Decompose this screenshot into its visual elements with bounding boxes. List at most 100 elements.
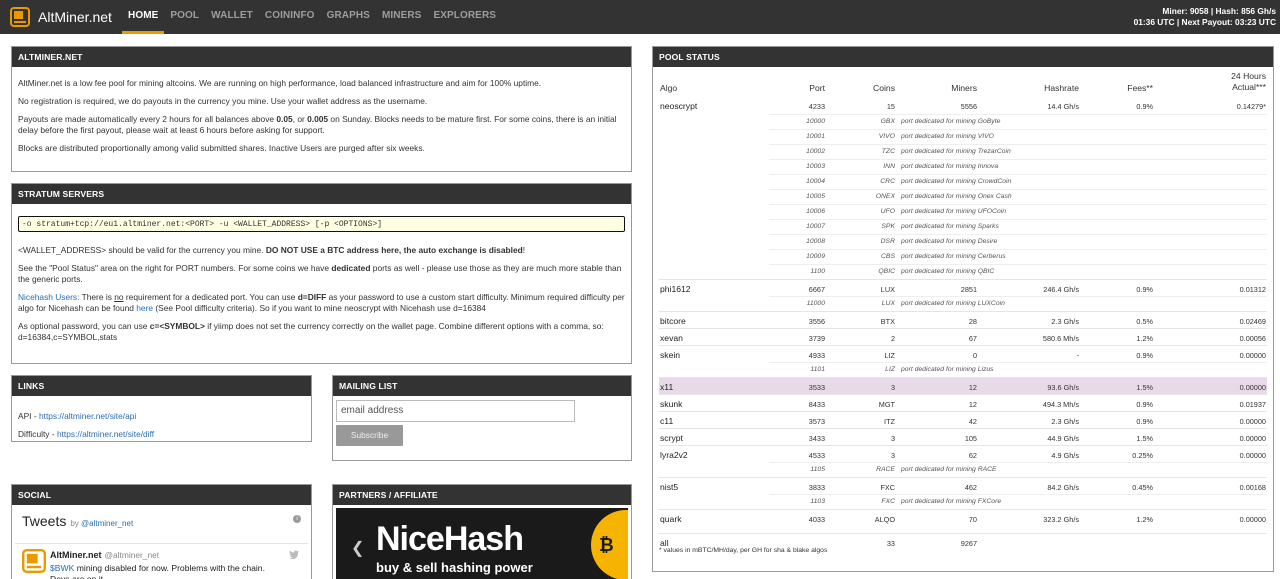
cell-hashrate: 246.4 Gh/s xyxy=(1043,285,1079,294)
tweet-tag-link[interactable]: $BWK xyxy=(50,563,74,573)
col-miners[interactable]: Miners xyxy=(951,83,977,93)
col-actual[interactable]: 24 Hours Actual*** xyxy=(1231,71,1266,93)
pool-row-x11[interactable]: x11 3533 3 12 93.6 Gh/s 1.5% 0.00000 xyxy=(659,377,1267,394)
cell-actual: 0.00000 xyxy=(1239,434,1266,443)
cell-description: port dedicated for mining RACE xyxy=(901,466,997,473)
col-fees[interactable]: Fees** xyxy=(1127,83,1153,93)
pool-row-skunk[interactable]: skunk 8433 MGT 12 494.3 Mh/s 0.9% 0.01937 xyxy=(659,394,1267,411)
cell-port: 4933 xyxy=(808,351,825,360)
pool-subrow-ufo[interactable]: 10006 UFO port dedicated for mining UFOCoi… xyxy=(659,204,1267,219)
dedicated-port-row xyxy=(769,249,1267,264)
about-intro: AltMiner.net is a low fee pool for minin… xyxy=(18,78,542,88)
col-coins[interactable]: Coins xyxy=(873,83,895,93)
cell-description: port dedicated for mining Onex Cash xyxy=(901,193,1012,200)
nav-home[interactable]: HOME xyxy=(122,0,165,34)
pool-subrow-liz[interactable]: 1101 LIZ port dedicated for mining Lizus xyxy=(659,362,1267,377)
col-hashrate[interactable]: Hashrate xyxy=(1044,83,1079,93)
cell-symbol: DSR xyxy=(880,238,895,245)
cell-port: 3739 xyxy=(808,334,825,343)
pool-subrow-qbic[interactable]: 1100 QBIC port dedicated for mining QBIC xyxy=(659,264,1267,279)
pool-row-xevan[interactable]: xevan 3739 2 67 580.6 Mh/s 1.2% 0.00056 xyxy=(659,328,1267,345)
nicehash-users-link[interactable]: Nicehash Users: xyxy=(18,292,79,302)
cell-hashrate: 84.2 Gh/s xyxy=(1047,483,1079,492)
partners-panel-title: PARTNERS / AFFILIATE xyxy=(333,485,631,505)
nicehash-difficulty-link[interactable]: here xyxy=(136,303,153,313)
pool-subrow-race[interactable]: 1105 RACE port dedicated for mining RACE xyxy=(659,462,1267,477)
nav-miners[interactable]: MINERS xyxy=(376,0,428,34)
bitcoin-glyph: ₿ xyxy=(599,535,614,555)
subscribe-button[interactable]: Subscribe xyxy=(336,425,403,446)
pool-subrow-vivo[interactable]: 10001 VIVO port dedicated for mining VIVO xyxy=(659,129,1267,144)
cell-hashrate: - xyxy=(1076,351,1079,360)
pool-subrow-spk[interactable]: 10007 SPK port dedicated for mining Sparks xyxy=(659,219,1267,234)
pool-subrow-cbs[interactable]: 10009 CBS port dedicated for mining Cerber… xyxy=(659,249,1267,264)
pool-row-skein[interactable]: skein 4933 LIZ 0 - 0.9% 0.00000 xyxy=(659,345,1267,362)
pool-row-nist5[interactable]: nist5 3833 FXC 462 84.2 Gh/s 0.45% 0.00168 xyxy=(659,477,1267,494)
email-input[interactable]: email address xyxy=(336,400,575,422)
pool-subrow-lux[interactable]: 11000 LUX port dedicated for mining LUXCoi… xyxy=(659,296,1267,311)
cell-algo-name: lyra2v2 xyxy=(660,450,688,460)
cell-port: 10007 xyxy=(806,223,825,230)
cell-description: port dedicated for mining Cerberus xyxy=(901,253,1006,260)
dedicated-port-row xyxy=(769,219,1267,234)
pool-subrow-fxc[interactable]: 1103 FXC port dedicated for mining FXCore xyxy=(659,494,1267,509)
pool-subrow-dsr[interactable]: 10008 DSR port dedicated for mining Desire xyxy=(659,234,1267,249)
col-algo[interactable]: Algo xyxy=(660,83,677,93)
brand[interactable]: AltMiner.net xyxy=(10,6,112,28)
cell-fees: 1.2% xyxy=(1136,334,1153,343)
cell-symbol: SPK xyxy=(881,223,895,230)
cell-hashrate: 14.4 Gh/s xyxy=(1047,102,1079,111)
nav-wallet[interactable]: WALLET xyxy=(205,0,259,34)
pool-row-quark[interactable]: quark 4033 ALQO 70 323.2 Gh/s 1.2% 0.00000 xyxy=(659,509,1267,533)
dedicated-port-row xyxy=(769,264,1267,279)
cell-port: 10008 xyxy=(806,238,825,245)
cell-symbol: LIZ xyxy=(885,366,895,373)
cell-fees: 1.5% xyxy=(1136,434,1153,443)
pool-status-table: Algo Port Coins Miners Hashrate Fees** 2… xyxy=(659,69,1267,550)
nav-coininfo[interactable]: COININFO xyxy=(259,0,321,34)
pool-subrow-gbx[interactable]: 10000 GBX port dedicated for mining GoByte xyxy=(659,114,1267,129)
pool-row-bitcore[interactable]: bitcore 3556 BTX 28 2.3 Gh/s 0.5% 0.02469 xyxy=(659,311,1267,328)
cell-port: 3533 xyxy=(808,383,825,392)
nav-pool[interactable]: POOL xyxy=(164,0,205,34)
cell-hashrate: 2.3 Gh/s xyxy=(1051,417,1079,426)
cell-port: 10005 xyxy=(806,193,825,200)
social-panel: SOCIAL Tweets by @altminer_net i AltMiner… xyxy=(11,484,312,579)
carousel-prev-icon[interactable]: ❮ xyxy=(351,538,364,558)
tweet-avatar-icon[interactable] xyxy=(22,549,46,573)
dedicated-port-row xyxy=(769,114,1267,129)
col-port[interactable]: Port xyxy=(809,83,825,93)
pool-row-phi1612[interactable]: phi1612 6667 LUX 2851 246.4 Gh/s 0.9% 0.01312 xyxy=(659,279,1267,296)
nav-explorers[interactable]: EXPLORERS xyxy=(427,0,502,34)
nicehash-banner-subtitle: buy & sell hashing power xyxy=(376,560,533,575)
cell-description: port dedicated for mining TrezarCoin xyxy=(901,148,1011,155)
pool-subrow-tzc[interactable]: 10002 TZC port dedicated for mining Trezar… xyxy=(659,144,1267,159)
tweet-author[interactable]: AltMiner.net @altminer_net xyxy=(50,550,159,560)
cell-description: port dedicated for mining CrowdCoin xyxy=(901,178,1012,185)
pool-row-scrypt[interactable]: scrypt 3433 3 105 44.9 Gh/s 1.5% 0.00000 xyxy=(659,428,1267,445)
nav-graphs[interactable]: GRAPHS xyxy=(321,0,376,34)
pool-row-lyra2v2[interactable]: lyra2v2 4533 3 62 4.9 Gh/s 0.25% 0.00000 xyxy=(659,445,1267,462)
pool-subrow-onex[interactable]: 10005 ONEX port dedicated for mining Onex … xyxy=(659,189,1267,204)
difficulty-link[interactable]: https://altminer.net/site/diff xyxy=(57,429,154,439)
cell-symbol: QBIC xyxy=(878,268,895,275)
pool-subrow-crc[interactable]: 10004 CRC port dedicated for mining CrowdC… xyxy=(659,174,1267,189)
pool-row-c11[interactable]: c11 3573 ITZ 42 2.3 Gh/s 0.9% 0.00000 xyxy=(659,411,1267,428)
nicehash-banner[interactable]: ₿ ❮ NiceHash buy & sell hashing power xyxy=(336,508,628,579)
pool-row-neoscrypt[interactable]: neoscrypt 4233 15 5556 14.4 Gh/s 0.9% 0.14279* xyxy=(659,97,1267,114)
cell-symbol: CRC xyxy=(880,178,895,185)
cell-miners: 105 xyxy=(964,434,977,443)
stratum-command[interactable]: -o stratum+tcp://eu1.altminer.net:<PORT>… xyxy=(18,216,625,232)
pool-subrow-inn[interactable]: 10003 INN port dedicated for mining Innova xyxy=(659,159,1267,174)
cell-symbol: INN xyxy=(883,163,895,170)
info-icon[interactable]: i xyxy=(293,515,301,523)
dedicated-port-row xyxy=(769,174,1267,189)
stratum-panel: STRATUM SERVERS -o stratum+tcp://eu1.alt… xyxy=(11,183,632,364)
cell-actual: 0.00000 xyxy=(1239,451,1266,460)
cell-coins: 3 xyxy=(890,434,895,443)
twitter-bird-icon xyxy=(289,550,299,559)
port-note: See the "Pool Status" area on the right … xyxy=(18,263,622,284)
tweets-by-handle-link[interactable]: @altminer_net xyxy=(81,519,133,528)
cell-miners: 70 xyxy=(968,515,977,524)
api-link[interactable]: https://altminer.net/site/api xyxy=(39,411,136,421)
